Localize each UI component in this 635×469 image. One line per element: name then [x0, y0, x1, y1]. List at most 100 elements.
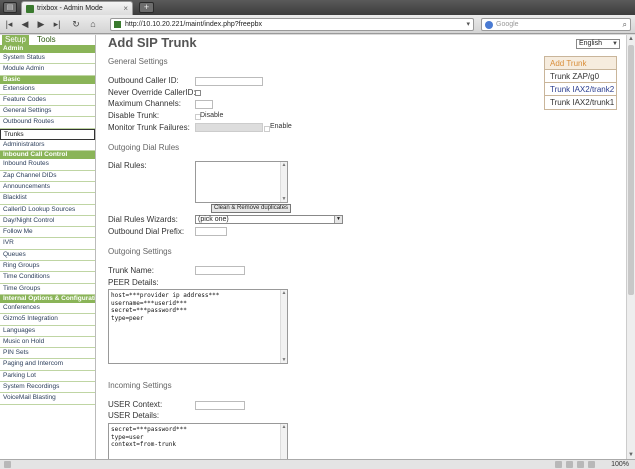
forward-icon[interactable]: ▶: [35, 18, 47, 30]
browser-tab-bar: ▤ trixbox - Admin Mode × +: [0, 0, 635, 15]
chevron-down-icon[interactable]: ▼: [612, 40, 618, 48]
zoom-icon[interactable]: [588, 461, 595, 468]
outbound-prefix-input[interactable]: [195, 227, 227, 236]
last-page-icon[interactable]: ▸|: [51, 18, 63, 30]
sidebar-item-ivr[interactable]: IVR: [0, 238, 95, 250]
language-select[interactable]: English ▼: [576, 39, 620, 49]
peer-details-textarea[interactable]: host=***provider ip address*** username=…: [108, 289, 288, 364]
sidebar-item-queues[interactable]: Queues: [0, 250, 95, 262]
sidebar-item-extensions[interactable]: Extensions: [0, 84, 95, 95]
tab-title: trixbox - Admin Mode: [37, 5, 103, 12]
sidebar-item-time-conditions[interactable]: Time Conditions: [0, 272, 95, 284]
sidebar-item-trunks[interactable]: Trunks: [0, 128, 95, 141]
home-icon[interactable]: ⌂: [87, 18, 99, 30]
monitor-failures-input[interactable]: [195, 123, 263, 132]
outbound-caller-id-input[interactable]: [195, 77, 263, 86]
sidebar-section-header: Admin: [0, 45, 95, 53]
sidebar-item-gizmo5-integration[interactable]: Gizmo5 Integration: [0, 314, 95, 326]
url-text[interactable]: http://10.10.20.221/maint/index.php?free…: [125, 21, 262, 28]
max-channels-input[interactable]: [195, 100, 213, 109]
tab-close-icon[interactable]: ×: [123, 4, 128, 13]
page-scrollbar[interactable]: ▲ ▼: [626, 35, 635, 459]
scroll-down-icon[interactable]: ▼: [627, 452, 635, 458]
browser-tab[interactable]: trixbox - Admin Mode ×: [21, 1, 133, 15]
sidebar-item-parking-lot[interactable]: Parking Lot: [0, 371, 95, 383]
first-page-icon[interactable]: |◂: [3, 18, 15, 30]
sidebar-section-header: Inbound Call Control: [0, 151, 95, 160]
sidebar-section-header: Basic: [0, 75, 95, 84]
outbound-prefix-label: Outbound Dial Prefix:: [108, 227, 185, 236]
trunk-item[interactable]: Trunk IAX2/trunk1: [545, 96, 616, 109]
enable-option-label: Enable: [270, 123, 292, 130]
sidebar-item-module-admin[interactable]: Module Admin: [0, 64, 95, 76]
general-settings-heading: General Settings: [108, 57, 168, 66]
sidebar-item-day-night-control[interactable]: Day/Night Control: [0, 216, 95, 228]
new-tab-button[interactable]: +: [139, 2, 154, 13]
address-bar[interactable]: http://10.10.20.221/maint/index.php?free…: [110, 18, 474, 31]
back-icon[interactable]: ◀: [19, 18, 31, 30]
search-input[interactable]: Google: [496, 21, 519, 28]
sidebar-item-feature-codes[interactable]: Feature Codes: [0, 95, 95, 107]
sidebar-item-time-groups[interactable]: Time Groups: [0, 284, 95, 295]
scrollbar-thumb[interactable]: [628, 45, 634, 295]
sidebar-item-system-recordings[interactable]: System Recordings: [0, 382, 95, 394]
sidebar-item-inbound-routes[interactable]: Inbound Routes: [0, 159, 95, 171]
scroll-up-icon[interactable]: ▲: [627, 36, 635, 42]
site-icon: [114, 21, 121, 28]
trunk-item[interactable]: Trunk IAX2/trank2: [545, 83, 616, 96]
sidebar-item-paging-and-intercom[interactable]: Paging and Intercom: [0, 359, 95, 371]
never-override-checkbox[interactable]: [195, 90, 201, 96]
favicon-icon: [26, 5, 34, 13]
sidebar-item-outbound-routes[interactable]: Outbound Routes: [0, 117, 95, 129]
sidebar-item-zap-channel-dids[interactable]: Zap Channel DIDs: [0, 171, 95, 182]
sidebar-item-languages[interactable]: Languages: [0, 326, 95, 337]
incoming-settings-heading: Incoming Settings: [108, 381, 172, 390]
main-content: Add SIP Trunk English ▼ General Settings…: [108, 35, 620, 459]
page-icon[interactable]: [577, 461, 584, 468]
sidebar-item-voicemail-blasting[interactable]: VoiceMail Blasting: [0, 393, 95, 405]
sidebar-item-ring-groups[interactable]: Ring Groups: [0, 261, 95, 273]
sidebar-item-general-settings[interactable]: General Settings: [0, 106, 95, 118]
add-trunk-link[interactable]: Add Trunk: [545, 57, 616, 70]
dial-rules-wizards-select[interactable]: (pick one) ▼: [195, 215, 343, 224]
sidebar-section-header: Internal Options & Configuration: [0, 294, 95, 303]
clean-duplicates-button[interactable]: Clean & Remove duplicates: [211, 204, 292, 213]
search-bar[interactable]: Google ⌕: [481, 18, 631, 31]
sidebar-item-pin-sets[interactable]: PIN Sets: [0, 348, 95, 360]
zoom-level[interactable]: 100%: [611, 461, 629, 468]
sidebar-tabs: Setup Tools: [0, 35, 95, 45]
sidebar-item-blacklist[interactable]: Blacklist: [0, 193, 95, 205]
sidebar-item-callerid-lookup-sources[interactable]: CallerID Lookup Sources: [0, 205, 95, 216]
dial-rules-textarea[interactable]: ▲ ▼: [195, 161, 288, 203]
sidebar-item-conferences[interactable]: Conferences: [0, 303, 95, 315]
sidebar-item-administrators[interactable]: Administrators: [0, 140, 95, 152]
tab-menu-icon[interactable]: ▤: [3, 2, 17, 13]
chevron-down-icon[interactable]: ▾: [466, 20, 470, 28]
peer-details-text[interactable]: host=***provider ip address*** username=…: [111, 292, 219, 322]
images-icon[interactable]: [566, 461, 573, 468]
status-icon[interactable]: [555, 461, 562, 468]
search-icon[interactable]: ⌕: [623, 20, 627, 30]
browser-nav-bar: |◂ ◀ ▶ ▸| ↻ ⌂ http://10.10.20.221/maint/…: [0, 15, 635, 34]
trunk-item[interactable]: Trunk ZAP/g0: [545, 70, 616, 83]
sidebar-item-announcements[interactable]: Announcements: [0, 182, 95, 194]
panel-toggle-icon[interactable]: [4, 461, 11, 468]
reload-icon[interactable]: ↻: [70, 18, 82, 30]
sidebar-item-system-status[interactable]: System Status: [0, 53, 95, 65]
tab-tools[interactable]: Tools: [34, 35, 59, 45]
textarea-scrollbar[interactable]: ▲ ▼: [280, 162, 287, 202]
textarea-scrollbar[interactable]: ▲ ▼: [280, 290, 287, 363]
sidebar-item-follow-me[interactable]: Follow Me: [0, 227, 95, 239]
user-details-textarea[interactable]: secret=***password*** type=user context=…: [108, 423, 288, 459]
user-details-text[interactable]: secret=***password*** type=user context=…: [111, 426, 187, 449]
sidebar-item-music-on-hold[interactable]: Music on Hold: [0, 337, 95, 349]
trunk-name-input[interactable]: [195, 266, 245, 275]
user-context-input[interactable]: [195, 401, 245, 410]
dial-rules-label: Dial Rules:: [108, 161, 147, 170]
textarea-scrollbar[interactable]: ▲: [280, 424, 287, 459]
disable-trunk-label: Disable Trunk:: [108, 111, 160, 120]
chevron-down-icon[interactable]: ▼: [334, 216, 342, 223]
trunk-list-panel: Add Trunk Trunk ZAP/g0 Trunk IAX2/trank2…: [544, 56, 617, 110]
tab-setup[interactable]: Setup: [2, 35, 29, 45]
status-bar: 100%: [0, 459, 635, 469]
